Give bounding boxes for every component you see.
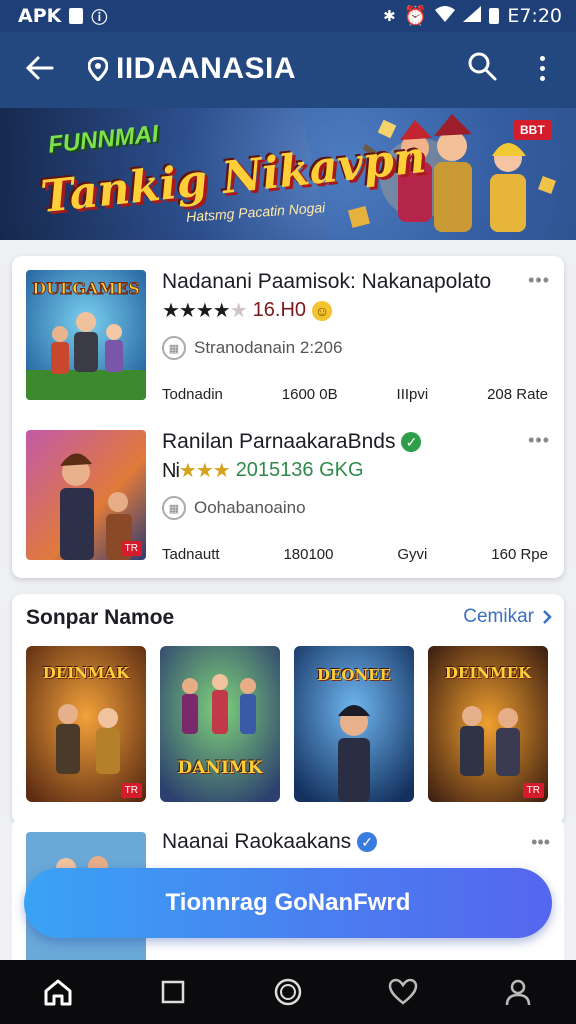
meta-type: Todnadin (162, 386, 223, 403)
publisher-row: ▦ Oohabanoaino (162, 496, 306, 520)
publisher-name: Oohabanoaino (194, 498, 306, 517)
nav-square-button[interactable] (145, 964, 201, 1020)
thumbnail-label: DUEGAMES (32, 279, 140, 298)
nav-favorites-button[interactable] (375, 964, 431, 1020)
banner-badge: BBT (514, 120, 551, 140)
item-more-button[interactable]: ••• (528, 430, 550, 451)
tile-label: DEONEE (316, 666, 392, 684)
back-button[interactable] (20, 48, 60, 88)
wifi-icon (435, 5, 456, 27)
info-icon: ⓘ (91, 8, 108, 27)
home-icon (44, 979, 72, 1006)
tile-label: DANIMK (177, 758, 263, 778)
verified-check-icon: ✓ (357, 832, 378, 852)
list-item[interactable]: TR Ranilan ParnaakaraBnds ✓ Ni★★★ 201513… (12, 416, 564, 566)
square-icon (161, 980, 185, 1004)
meta-age: IIIpvi (396, 386, 429, 403)
meta-rate: 208 Rate (487, 386, 548, 403)
publisher-icon: ▦ (162, 336, 186, 360)
game-thumbnail: DUEGAMES (26, 270, 146, 400)
location-pin-icon (88, 57, 108, 81)
chevron-right-icon (543, 610, 552, 624)
game-title: Nadanani Paamisok: Nakanapolato (162, 270, 492, 293)
thumbnail-tag: TR (120, 541, 142, 556)
circle-icon (274, 978, 302, 1006)
item-more-button[interactable]: ••• (531, 832, 550, 853)
game-thumbnail: TR (26, 430, 146, 560)
back-arrow-icon (26, 56, 54, 80)
item-more-button[interactable]: ••• (528, 270, 550, 291)
meta-rate: 160 Rpe (491, 546, 548, 563)
game-tile[interactable]: DEINMAK TR (26, 646, 146, 802)
alarm-icon: ⏰ (403, 5, 428, 27)
meta-type: Tadnautt (162, 546, 220, 563)
game-tile[interactable]: DEONEE (294, 646, 414, 802)
rating-value: 16.H0 (252, 299, 307, 321)
meta-row: Todnadin 1600 0B IIIpvi 208 Rate (162, 386, 548, 403)
game-list-card: DUEGAMES Nadanani Paamisok: Nakanapolato… (12, 256, 564, 578)
notification-icon (69, 8, 84, 24)
list-item[interactable]: DUEGAMES Nadanani Paamisok: Nakanapolato… (12, 256, 564, 406)
game-tile[interactable]: DEINMEK TR (428, 646, 548, 802)
meta-row: Tadnautt 180100 Gyvi 160 Rpe (162, 546, 548, 563)
rating-value: 2015136 GKG (235, 459, 364, 481)
overflow-menu-button[interactable] (528, 50, 556, 86)
primary-cta-button[interactable]: Tionnrag GoNanFwrd (24, 868, 552, 938)
rating-stars: Ni★★★ (162, 460, 231, 482)
tile-label: DEINMEK (444, 664, 532, 682)
status-time: E7:20 (507, 4, 562, 27)
heart-icon (388, 978, 418, 1005)
app-bar: IIDAANASIA (0, 32, 576, 108)
section-see-more-link[interactable]: Cemikar (463, 606, 552, 628)
rating-prefix: Ni (162, 460, 180, 482)
rating-stars: ★★★★★ (162, 300, 248, 322)
meta-size: 180100 (283, 546, 334, 563)
smile-emoji-icon: ☺ (312, 300, 333, 321)
publisher-icon: ▦ (162, 496, 186, 520)
status-bar: APK ⓘ ✱ ⏰ E7:20 (0, 0, 576, 32)
rating-row: ★★★★★ 16.H0 ☺ (162, 298, 333, 323)
tile-tag: TR (522, 783, 544, 798)
see-more-label: Cemikar (463, 606, 534, 627)
nav-circle-button[interactable] (260, 964, 316, 1020)
search-icon (468, 52, 497, 81)
meta-age: Gyvi (397, 546, 428, 563)
publisher-row: ▦ Stranodanain 2:206 (162, 336, 342, 360)
signal-icon (463, 5, 482, 27)
tile-label: DEINMAK (42, 664, 130, 682)
promo-banner[interactable]: FUNNMAI Tankig Nikavpn Hatsmg Pacatin No… (0, 108, 576, 240)
bottom-navigation (0, 960, 576, 1024)
profile-icon (506, 979, 531, 1006)
game-tile[interactable]: DANIMK (160, 646, 280, 802)
game-title: Ranilan ParnaakaraBnds (162, 430, 396, 453)
status-apk-label: APK (18, 5, 62, 27)
app-title: IIDAANASIA (88, 52, 296, 86)
tile-tag: TR (120, 783, 142, 798)
battery-icon (489, 7, 500, 24)
app-title-text: IIDAANASIA (116, 52, 297, 85)
section-heading: Sonpar Namoe (26, 606, 175, 629)
game-title-row: Naanai Raokaakans ✓ (162, 830, 378, 854)
game-title-row: Ranilan ParnaakaraBnds ✓ (162, 430, 422, 454)
search-button[interactable] (466, 50, 502, 86)
bluetooth-icon: ✱ (383, 6, 396, 25)
rating-row: Ni★★★ 2015136 GKG (162, 458, 364, 483)
nav-profile-button[interactable] (490, 964, 546, 1020)
publisher-name: Stranodanain 2:206 (194, 338, 343, 357)
nav-home-button[interactable] (30, 964, 86, 1020)
game-title: Naanai Raokaakans (162, 830, 352, 853)
verified-check-icon: ✓ (401, 432, 422, 452)
meta-size: 1600 0B (281, 386, 338, 403)
featured-section: Sonpar Namoe Cemikar DEINMAK TR DANIMK D… (12, 594, 564, 824)
